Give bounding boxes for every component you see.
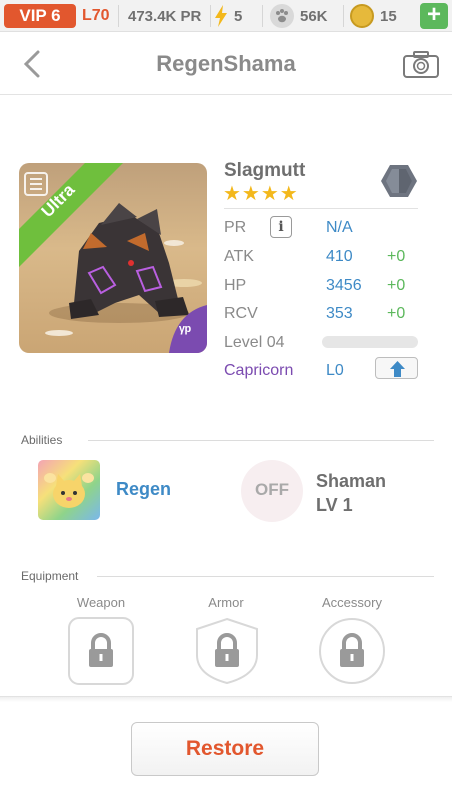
ability-shaman-level: LV 1 <box>316 495 353 515</box>
stat-value-pr: N/A <box>326 219 353 236</box>
element-icon: ᵞᵖ <box>179 323 192 340</box>
armor-slot[interactable] <box>194 617 260 685</box>
player-power: 473.4K PR <box>128 8 202 25</box>
ability-shaman[interactable]: Shaman LV 1 <box>316 469 386 517</box>
stat-value-hp: 3456 <box>326 277 362 294</box>
restore-button[interactable]: Restore <box>131 722 319 776</box>
paw-icon <box>270 4 294 28</box>
stat-bonus-hp: +0 <box>387 277 406 294</box>
ability-off-label: OFF <box>255 480 289 499</box>
element-gem-icon <box>381 165 417 197</box>
stat-value-rcv: 353 <box>326 305 353 322</box>
weapon-slot[interactable] <box>68 617 134 685</box>
vip-badge[interactable]: VIP 6 <box>4 4 76 28</box>
weapon-label: Weapon <box>76 595 126 610</box>
energy-count: 5 <box>234 8 243 25</box>
pet-level: Level 04 <box>224 334 285 351</box>
stat-label-rcv: RCV <box>224 305 258 322</box>
divider <box>210 5 211 27</box>
pet-name: Slagmutt <box>224 160 306 181</box>
divider <box>97 576 434 577</box>
stat-bonus-rcv: +0 <box>387 305 406 322</box>
camera-icon[interactable] <box>402 49 440 79</box>
star-rating: ★★★★ <box>223 183 299 205</box>
equipment-heading: Equipment <box>21 569 79 583</box>
page-header: RegenShama <box>0 33 452 95</box>
footer-divider <box>0 696 452 702</box>
up-arrow-icon <box>390 361 405 377</box>
zodiac-level: L0 <box>326 362 344 379</box>
stat-label-pr: PR <box>224 219 247 236</box>
divider <box>262 5 263 27</box>
armor-label: Armor <box>208 595 244 610</box>
ability-regen-name[interactable]: Regen <box>116 479 171 500</box>
level-progress-bar <box>322 336 418 348</box>
ability-shaman-name: Shaman <box>316 471 387 491</box>
info-button[interactable]: i <box>270 216 292 238</box>
accessory-slot[interactable] <box>319 617 385 685</box>
divider <box>118 5 119 27</box>
stat-label-hp: HP <box>224 277 247 294</box>
status-bar: VIP 6 L70 473.4K PR 5 56K 15 + <box>0 0 452 32</box>
stat-value-atk: 410 <box>326 248 353 265</box>
divider <box>343 5 344 27</box>
player-level: L70 <box>82 7 110 24</box>
stat-bonus-atk: +0 <box>387 248 406 265</box>
coin-icon <box>350 4 374 28</box>
abilities-heading: Abilities <box>21 433 63 447</box>
divider <box>88 440 434 441</box>
regen-ability-icon[interactable] <box>38 460 100 520</box>
pet-count: 56K <box>300 8 328 25</box>
stat-label-atk: ATK <box>224 248 254 265</box>
zodiac-sign[interactable]: Capricorn <box>224 362 293 380</box>
page-title: RegenShama <box>156 51 296 76</box>
add-currency-button[interactable]: + <box>420 3 448 29</box>
coin-count: 15 <box>380 8 397 25</box>
lightning-icon <box>215 5 227 27</box>
divider <box>224 208 418 209</box>
zodiac-upgrade-button[interactable] <box>375 357 418 379</box>
pet-portrait[interactable]: Ultra ᵞᵖ <box>19 163 207 353</box>
accessory-label: Accessory <box>322 595 382 610</box>
